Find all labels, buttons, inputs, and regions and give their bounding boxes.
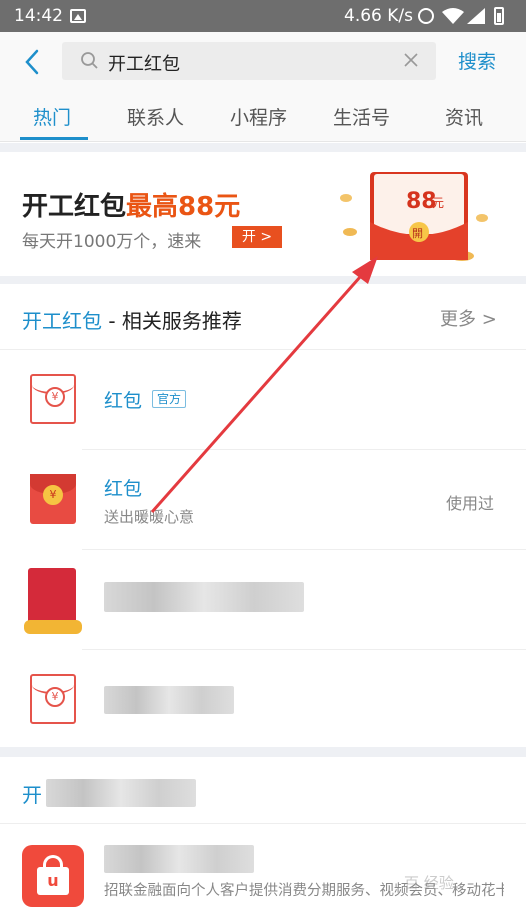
search-query: 开工红包 — [108, 54, 180, 75]
tab-contacts[interactable]: 联系人 — [127, 103, 184, 130]
related-services-section: 开工红包 - 相关服务推荐 更多 > ¥ 红包 官方 ¥ 红包 送出暖暖心意 使… — [0, 284, 526, 747]
category-tabs: 热门 联系人 小程序 生活号 资讯 — [0, 92, 526, 142]
list-item-hongbao-official[interactable]: ¥ 红包 官方 — [0, 350, 526, 450]
promo-subtitle: 每天开1000万个，速来 — [22, 232, 202, 252]
section-header: 开工红包 - 相关服务推荐 更多 > — [0, 284, 526, 350]
red-envelope-icon: ¥ — [30, 374, 76, 424]
list-item-blurred-envelope[interactable]: ¥ — [0, 650, 526, 750]
divider — [0, 747, 526, 757]
search-button[interactable]: 搜索 — [458, 47, 496, 74]
blurred-text — [46, 779, 196, 807]
service-name: 红包 — [104, 478, 143, 500]
more-link[interactable]: 更多 > — [440, 305, 497, 331]
promo-open-button[interactable]: 开 > — [232, 226, 282, 248]
clear-icon[interactable] — [402, 51, 420, 69]
tab-mini-programs[interactable]: 小程序 — [230, 103, 287, 130]
section-title: 开工红包 - 相关服务推荐 — [22, 309, 242, 333]
image-notification-icon — [70, 9, 86, 23]
shopping-bag-icon[interactable]: u — [22, 845, 84, 907]
used-label: 使用过 — [446, 494, 495, 513]
promo-title: 开工红包最高88元 — [22, 192, 241, 222]
search-bar: 开工红包 搜索 — [0, 32, 526, 92]
active-tab-indicator — [20, 137, 88, 140]
app-icon-decoration — [24, 620, 82, 634]
status-time: 14:42 — [14, 6, 63, 26]
blurred-text — [104, 686, 234, 714]
tab-hot[interactable]: 热门 — [33, 103, 71, 130]
service-name: 红包 — [104, 390, 143, 412]
status-net-speed: 4.66 K/s — [344, 6, 413, 26]
section2-title: 开 — [22, 783, 42, 807]
list-item-blurred[interactable] — [0, 550, 526, 650]
blurred-text — [104, 845, 254, 873]
packet-unit: 元 — [432, 196, 444, 210]
search-input[interactable]: 开工红包 — [62, 42, 436, 80]
official-badge: 官方 — [152, 390, 187, 408]
wifi-icon — [442, 8, 464, 24]
list-item-hongbao[interactable]: ¥ 红包 送出暖暖心意 使用过 — [0, 450, 526, 550]
status-bar: 14:42 4.66 K/s — [0, 0, 526, 32]
red-envelope-icon: ¥ — [30, 674, 76, 724]
tab-life-accounts[interactable]: 生活号 — [333, 103, 390, 130]
back-arrow-icon[interactable] — [20, 48, 46, 76]
tab-news[interactable]: 资讯 — [445, 103, 483, 130]
red-envelope-icon: ¥ — [30, 474, 76, 524]
divider — [0, 143, 526, 152]
watermark: 百 经验 — [404, 874, 454, 892]
blurred-text — [104, 582, 304, 612]
battery-icon — [494, 7, 504, 25]
search-icon — [81, 52, 98, 69]
packet-seal: 開 — [412, 227, 423, 240]
service-desc: 送出暖暖心意 — [104, 508, 195, 526]
divider — [0, 276, 526, 284]
alarm-icon — [418, 8, 434, 24]
red-packet-illustration: 88 元 開 — [340, 172, 488, 261]
signal-icon — [467, 8, 485, 24]
